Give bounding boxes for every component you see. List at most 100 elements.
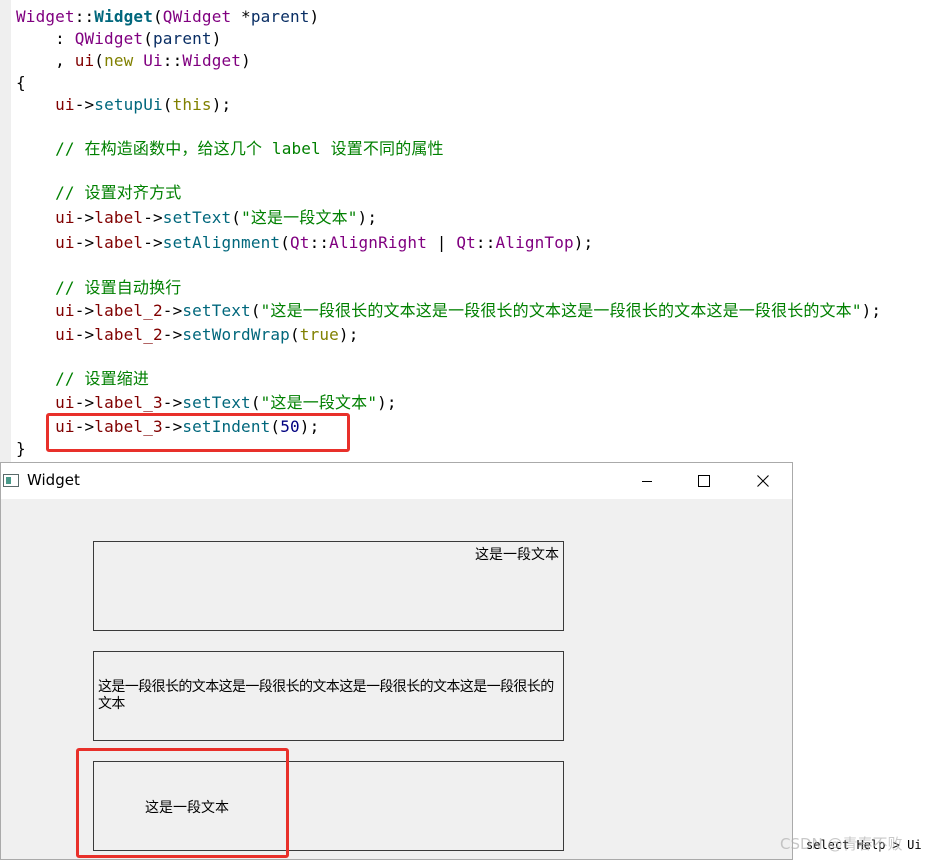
code-token: label <box>94 233 144 252</box>
editor-gutter <box>0 0 11 462</box>
code-token: -> <box>162 301 183 320</box>
code-token: new <box>104 51 144 70</box>
code-token: // 设置对齐方式 <box>16 183 182 202</box>
code-token: :: <box>309 233 330 252</box>
code-token: label_2 <box>94 325 163 344</box>
code-token: -> <box>74 301 95 320</box>
code-token: setText <box>182 393 251 412</box>
code-token: ( <box>250 393 261 412</box>
code-token: label <box>94 208 144 227</box>
code-line: ui->label_2->setText("这是一段很长的文本这是一段很长的文本… <box>16 300 881 322</box>
code-token: ui <box>55 95 75 114</box>
code-token: Qt <box>456 233 476 252</box>
code-line: ui->label->setText("这是一段文本"); <box>16 207 377 229</box>
minimize-icon <box>642 481 652 482</box>
code-token: -> <box>143 208 163 227</box>
highlight-box-label3 <box>76 748 289 858</box>
maximize-icon <box>698 475 710 487</box>
code-token: ); <box>357 208 378 227</box>
code-token: -> <box>74 325 95 344</box>
code-token: ( <box>152 7 163 26</box>
code-token: Widget <box>182 51 242 70</box>
code-token: this <box>172 95 212 114</box>
code-line: , ui(new Ui::Widget) <box>16 50 251 72</box>
label-1: 这是一段文本 <box>93 541 564 631</box>
code-token: ( <box>250 301 261 320</box>
code-token: ui <box>74 51 95 70</box>
code-line: // 设置缩进 <box>16 368 149 390</box>
code-line: // 在构造函数中，给这几个 label 设置不同的属性 <box>16 138 444 160</box>
code-token: // 设置自动换行 <box>16 278 182 297</box>
code-line: : QWidget(parent) <box>16 28 221 50</box>
code-token: :: <box>475 233 496 252</box>
code-token: ui <box>55 325 75 344</box>
code-token: QWidget <box>74 29 144 48</box>
label-2: 这是一段很长的文本这是一段很长的文本这是一段很长的文本这是一段很长的文本 <box>93 651 564 741</box>
minimize-button[interactable] <box>624 463 670 499</box>
code-token: ( <box>143 29 153 48</box>
code-token: setText <box>162 208 232 227</box>
code-token: | <box>426 233 457 252</box>
code-token: Ui <box>143 51 163 70</box>
code-editor[interactable]: Widget::Widget(QWidget *parent) : QWidge… <box>0 0 937 462</box>
code-token: , <box>16 51 75 70</box>
code-token: label_2 <box>94 301 163 320</box>
code-line: { <box>16 72 26 94</box>
code-token: ) <box>241 51 251 70</box>
code-token: Qt <box>290 233 310 252</box>
code-line: ui->setupUi(this); <box>16 94 231 116</box>
code-token: ); <box>861 301 882 320</box>
code-token: setAlignment <box>162 233 281 252</box>
code-token: ui <box>55 301 75 320</box>
code-token: AlignTop <box>495 233 574 252</box>
close-icon <box>757 475 769 487</box>
code-line: } <box>16 438 26 460</box>
code-token: ( <box>289 325 300 344</box>
window-titlebar[interactable]: Widget <box>1 463 792 499</box>
code-token: ui <box>55 208 75 227</box>
code-token: setWordWrap <box>182 325 290 344</box>
label-1-text: 这是一段文本 <box>475 547 559 563</box>
code-token: Widget <box>16 7 75 26</box>
code-token: ( <box>94 51 105 70</box>
code-token: * <box>231 7 251 26</box>
code-token: -> <box>74 393 95 412</box>
app-icon <box>3 474 19 487</box>
code-token: ui <box>55 233 75 252</box>
code-token: "这是一段很长的文本这是一段很长的文本这是一段很长的文本这是一段很长的文本" <box>260 301 862 320</box>
code-token: -> <box>74 95 95 114</box>
code-token: ) <box>211 29 222 48</box>
label-2-text: 这是一段很长的文本这是一段很长的文本这是一段很长的文本这是一段很长的文本 <box>98 679 554 712</box>
code-token: -> <box>143 233 163 252</box>
code-token: AlignRight <box>329 233 427 252</box>
code-token: ( <box>162 95 173 114</box>
code-token: ) <box>309 7 320 26</box>
code-token: -> <box>74 208 95 227</box>
code-token: :: <box>74 7 95 26</box>
code-token: -> <box>162 325 183 344</box>
maximize-button[interactable] <box>681 463 727 499</box>
code-token: setupUi <box>94 95 163 114</box>
code-line: ui->label->setAlignment(Qt::AlignRight |… <box>16 232 593 254</box>
window-title: Widget <box>27 471 80 489</box>
code-token: Widget <box>94 7 153 26</box>
code-token: ( <box>231 208 242 227</box>
code-token: true <box>299 325 339 344</box>
code-line: // 设置自动换行 <box>16 277 181 299</box>
code-token: "这是一段文本" <box>241 208 358 227</box>
code-token: ( <box>280 233 290 252</box>
code-token: "这是一段文本" <box>260 393 378 412</box>
close-button[interactable] <box>740 463 786 499</box>
code-token: // 设置缩进 <box>16 369 150 388</box>
code-token: } <box>16 439 26 458</box>
code-token: ); <box>338 325 359 344</box>
code-line: Widget::Widget(QWidget *parent) <box>16 6 319 28</box>
code-token: ); <box>377 393 397 412</box>
watermark: CSDN @青春不败 <box>780 835 903 853</box>
